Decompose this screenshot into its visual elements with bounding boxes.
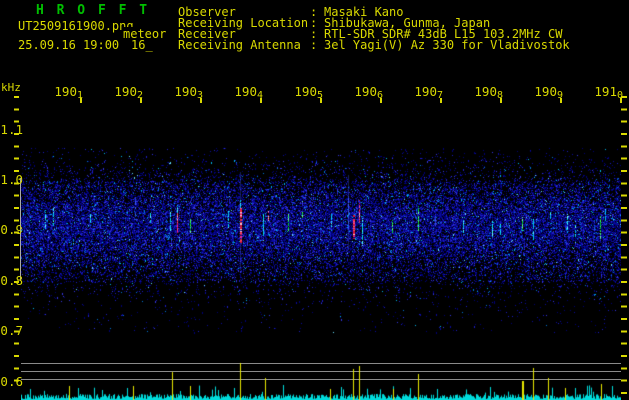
hrofft-screen: H R O F F T UT2509161900.png meteor 25.0…: [0, 0, 629, 400]
echo-counter-label: 16_: [131, 38, 153, 52]
freq-label-0.8: 0.8: [0, 273, 23, 288]
freq-label-0.7: 0.7: [0, 323, 23, 338]
freq-label-1.1: 1.1: [0, 122, 23, 137]
right-axis-ticks: [621, 96, 627, 396]
output-filename-label: UT2509161900.png: [18, 19, 134, 33]
spectrogram-canvas: [21, 95, 621, 400]
info-colon: :: [310, 38, 318, 52]
datetime-label: 25.09.16 19:00: [18, 38, 120, 52]
info-row-antenna: Receiving Antenna:3el Yagi(V) Az 330 for…: [178, 38, 570, 52]
info-value: 3el Yagi(V) Az 330 for Vladivostok: [324, 38, 570, 52]
app-title: H R O F F T: [36, 3, 150, 18]
y-axis-unit-label: kHz: [1, 81, 21, 94]
info-label: Receiving Antenna: [178, 38, 301, 52]
freq-label-0.6: 0.6: [0, 374, 23, 389]
left-axis-ticks: [14, 96, 19, 392]
freq-label-1.0: 1.0: [0, 172, 23, 187]
freq-label-0.9: 0.9: [0, 222, 23, 237]
station-info-table: Observer: Masaki Kano Receiving Location:…: [178, 6, 570, 52]
